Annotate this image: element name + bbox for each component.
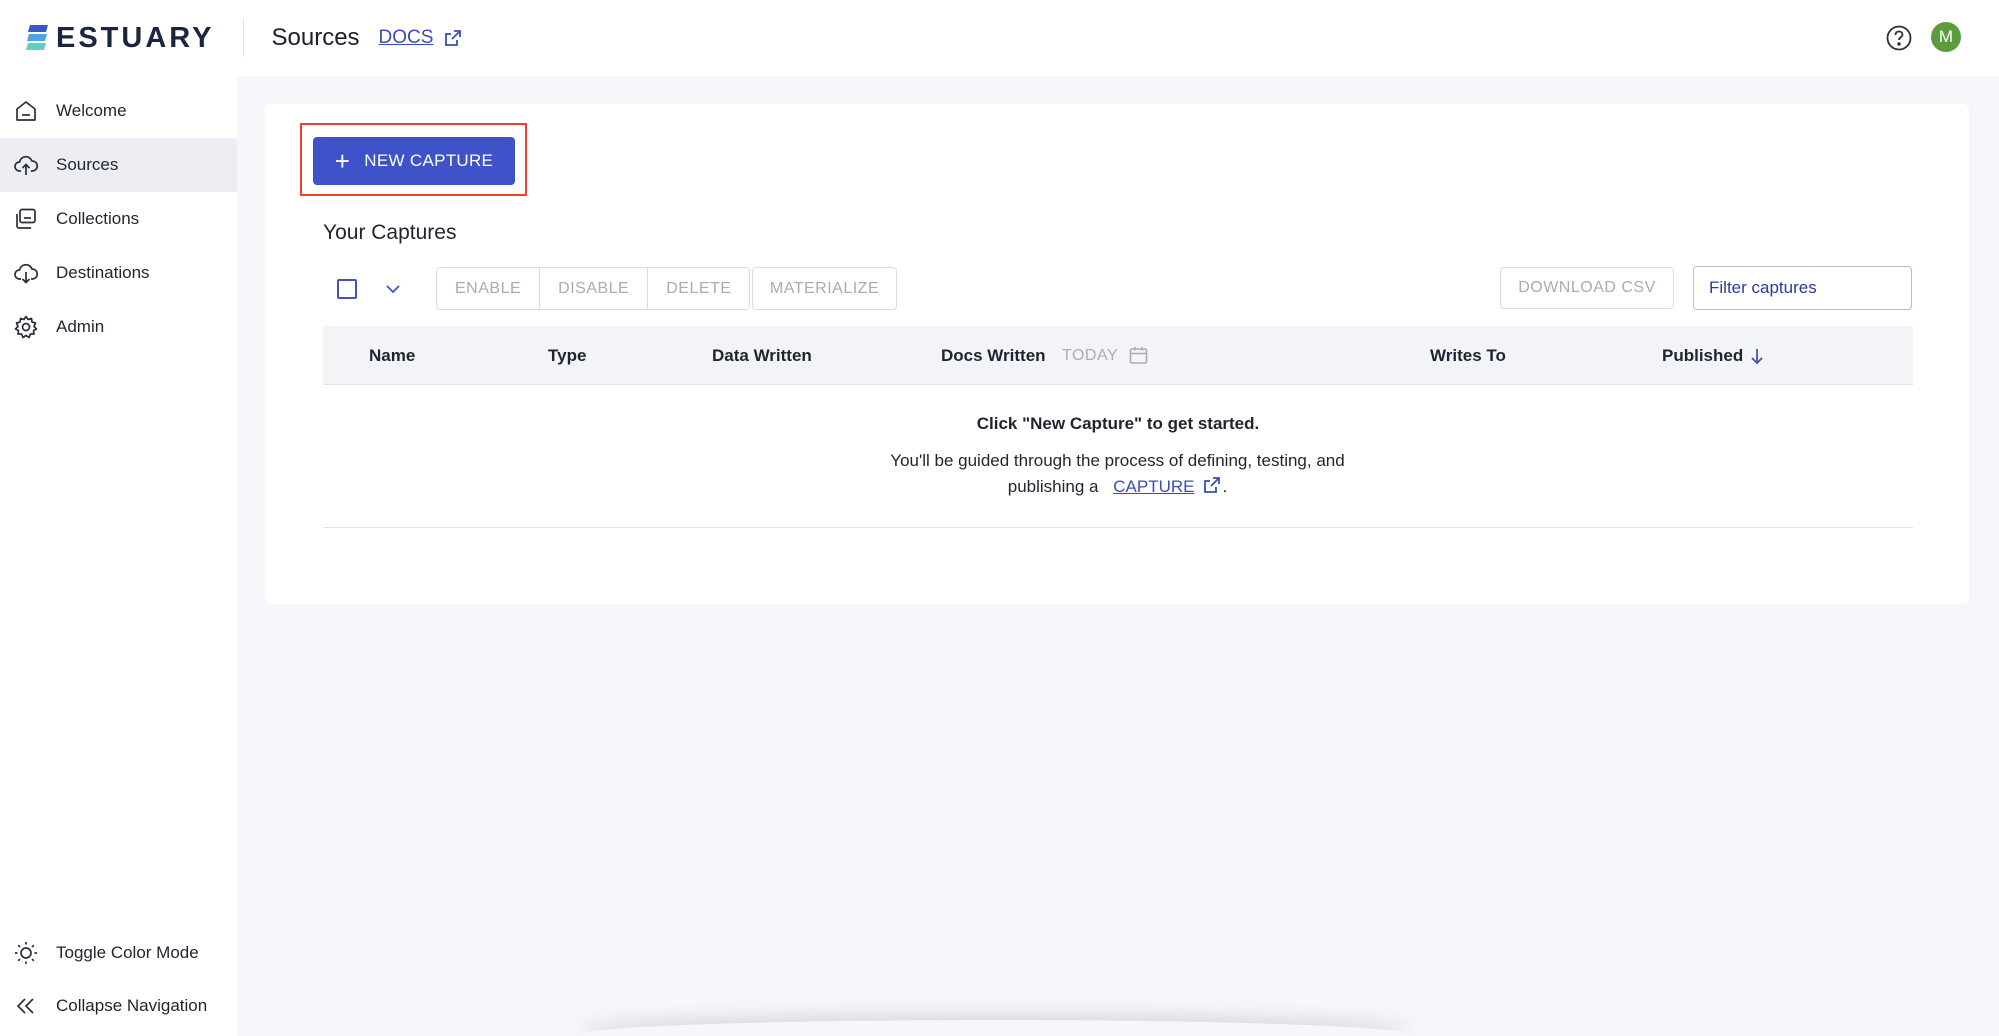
new-capture-label: NEW CAPTURE (364, 151, 494, 170)
chevron-down-icon[interactable] (382, 278, 404, 300)
filter-captures-input[interactable] (1693, 266, 1912, 310)
estuary-logo[interactable]: ESTUARY (26, 18, 215, 58)
sidebar-item-welcome[interactable]: Welcome (0, 84, 237, 138)
delete-button[interactable]: DELETE (648, 268, 750, 309)
materialize-button[interactable]: MATERIALIZE (752, 267, 897, 310)
date-range-label: TODAY (1062, 346, 1119, 364)
table-bottom-divider (323, 527, 1913, 528)
sidebar-item-label: Destinations (56, 263, 150, 282)
plus-icon: + (334, 146, 351, 176)
docs-link[interactable]: docs (379, 27, 434, 49)
toggle-color-mode-button[interactable]: Toggle Color Mode (0, 926, 237, 980)
arrow-down-icon (1751, 348, 1763, 364)
calendar-icon (1129, 347, 1148, 364)
empty-state-line1: You'll be guided through the process of … (890, 451, 1345, 470)
estuary-logo-mark (26, 25, 48, 50)
column-header-docs-written[interactable]: Docs Written (941, 326, 1046, 385)
top-bar: ESTUARY Sources docs M (0, 0, 1999, 76)
sidebar-item-admin[interactable]: Admin (0, 300, 237, 354)
new-capture-button[interactable]: + NEW CAPTURE (313, 137, 515, 185)
select-all-checkbox[interactable] (337, 279, 357, 299)
external-link-icon[interactable] (443, 28, 463, 48)
help-icon[interactable] (1885, 24, 1913, 52)
date-range-selector[interactable]: TODAY (1062, 326, 1149, 385)
double-chevron-left-icon (16, 998, 34, 1014)
column-header-data-written[interactable]: Data Written (712, 326, 812, 385)
sidebar-item-sources[interactable]: Sources (0, 138, 237, 192)
sidebar-item-destinations[interactable]: Destinations (0, 246, 237, 300)
brand-name: ESTUARY (56, 21, 215, 54)
enable-button[interactable]: ENABLE (437, 268, 541, 309)
bottom-shadow (580, 1020, 1410, 1036)
empty-state-title: Click "New Capture" to get started. (976, 414, 1260, 433)
external-link-icon[interactable] (1202, 475, 1222, 495)
column-header-type[interactable]: Type (548, 326, 586, 385)
gear-icon (14, 315, 38, 339)
sidebar: Welcome Sources Collections Destinations… (0, 76, 237, 1036)
empty-state-description: You'll be guided through the process of … (860, 448, 1375, 500)
column-header-writes-to[interactable]: Writes To (1430, 326, 1506, 385)
sidebar-item-label: Collections (56, 209, 140, 228)
avatar[interactable]: M (1931, 22, 1961, 52)
header-divider (242, 19, 244, 57)
sun-icon (15, 942, 37, 964)
page-title: Sources (271, 24, 360, 51)
download-csv-button[interactable]: DOWNLOAD CSV (1500, 267, 1674, 309)
sidebar-item-label: Welcome (56, 101, 127, 120)
collections-icon (16, 208, 36, 229)
cloud-upload-icon (14, 155, 39, 175)
table-header: Name Type Data Written Docs Written TODA… (323, 326, 1913, 385)
column-header-published[interactable]: Published (1662, 326, 1765, 385)
bulk-actions-group: ENABLE DISABLE DELETE (436, 267, 751, 310)
cloud-download-icon (14, 263, 39, 284)
home-icon (16, 101, 36, 121)
sidebar-item-label: Admin (56, 317, 105, 336)
collapse-navigation-label: Collapse Navigation (56, 996, 208, 1015)
collapse-navigation-button[interactable]: Collapse Navigation (0, 979, 237, 1033)
section-title: Your Captures (323, 221, 457, 244)
column-header-published-label: Published (1662, 345, 1744, 365)
capture-docs-link[interactable]: CAPTURE (1113, 477, 1194, 496)
sidebar-item-label: Sources (56, 155, 119, 174)
column-header-name[interactable]: Name (369, 326, 415, 385)
sidebar-item-collections[interactable]: Collections (0, 192, 237, 246)
disable-button[interactable]: DISABLE (540, 268, 649, 309)
empty-state-suffix: . (1222, 477, 1228, 496)
toggle-color-mode-label: Toggle Color Mode (56, 943, 199, 962)
empty-state-prefix: publishing a (1007, 477, 1099, 496)
